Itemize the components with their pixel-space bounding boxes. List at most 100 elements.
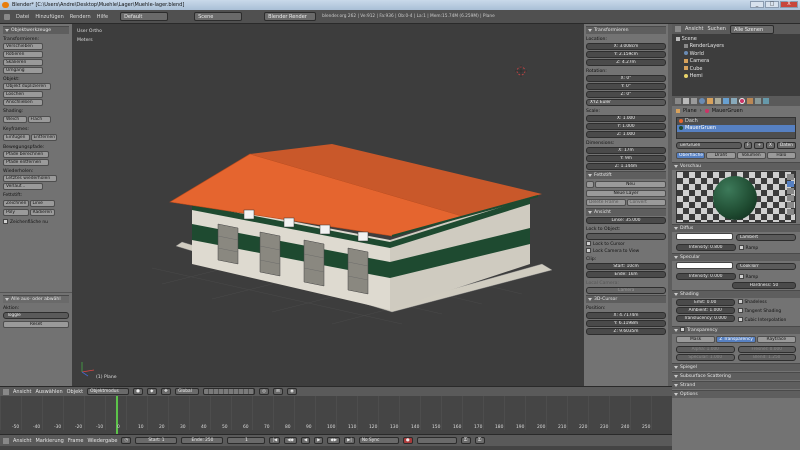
shadeless-checkbox[interactable]: Shadeless xyxy=(737,298,797,307)
particles-tab-icon[interactable] xyxy=(755,98,761,104)
render-preview-icon[interactable]: ◉ xyxy=(287,388,298,395)
menu-help[interactable]: Hilfe xyxy=(97,14,108,20)
shading-panel-header[interactable]: Shading xyxy=(672,290,800,298)
tab-surface[interactable]: Oberfläche xyxy=(676,152,706,159)
blend-field[interactable]: Blend: 1.250 xyxy=(737,354,796,361)
lock-cursor-checkbox[interactable]: Lock to Cursor xyxy=(586,241,666,247)
toolshelf-title[interactable]: Objektwerkzeuge xyxy=(3,26,69,34)
rotation-y-field[interactable]: Y: 0° xyxy=(586,83,666,90)
repeat-last-button[interactable]: Letztes wiederholen xyxy=(3,175,57,182)
cursor-z-field[interactable]: Z: 9.6035m xyxy=(586,328,666,335)
diffuse-panel-header[interactable]: Diffus xyxy=(672,224,800,232)
preview-monkey-icon[interactable] xyxy=(787,195,794,201)
proportional-edit-icon[interactable]: ◎ xyxy=(259,388,270,395)
timeline-playback-menu[interactable]: Wiedergabe xyxy=(87,438,117,444)
timeline-editor[interactable]: -50 -40 -30 -20 -10 0 10 20 30 40 50 60 70 80 90 100 110… xyxy=(0,396,672,450)
object-tab-icon[interactable] xyxy=(707,98,713,104)
transparency-panel-header[interactable]: Transparency xyxy=(672,326,800,334)
breadcrumb-material[interactable]: MauerGruen xyxy=(712,108,743,114)
history-button[interactable]: Verlauf... xyxy=(3,183,43,190)
play-reverse-icon[interactable]: ◀ xyxy=(300,437,311,444)
start-frame-field[interactable]: Start: 1 xyxy=(135,437,178,444)
clip-end-field[interactable]: Ende: 1km xyxy=(586,271,666,278)
specular-panel-header[interactable]: Specular xyxy=(672,253,800,261)
transform-panel-header[interactable]: Transformieren xyxy=(586,26,666,34)
menu-file[interactable]: Datei xyxy=(16,14,29,20)
menu-add[interactable]: Hinzufügen xyxy=(35,14,63,20)
3d-viewport[interactable]: User Ortho Meters (1) Plane xyxy=(72,24,584,386)
record-icon[interactable]: ● xyxy=(402,437,413,444)
material-fake-user-button[interactable]: F xyxy=(743,142,753,149)
jump-end-icon[interactable]: ▶| xyxy=(344,437,355,444)
layout-selector[interactable]: Default xyxy=(120,12,169,21)
transp-z-tab[interactable]: Z Transparency xyxy=(716,336,756,343)
current-frame-field[interactable]: 1 xyxy=(227,437,266,444)
translucency-field[interactable]: Translucency: 0.000 xyxy=(676,315,735,322)
lens-field[interactable]: Linse: 35.000 xyxy=(586,217,666,224)
preview-panel-header[interactable]: Vorschau xyxy=(672,162,800,170)
lock-object-field[interactable] xyxy=(586,233,666,240)
transform-orientation-selector[interactable]: Global xyxy=(175,388,200,395)
calculate-paths-button[interactable]: Pfade berechnen xyxy=(3,151,49,158)
preview-sky-icon[interactable] xyxy=(787,209,794,215)
scale-x-field[interactable]: X: 1.000 xyxy=(586,115,666,122)
dimension-z-field[interactable]: Z: 1.144m xyxy=(586,163,666,170)
reset-button[interactable]: Reset xyxy=(3,321,69,328)
material-slot-selected[interactable]: MauerGruen xyxy=(677,125,795,132)
shading-mode-icon[interactable]: ● xyxy=(133,388,144,395)
constraints-tab-icon[interactable] xyxy=(715,98,721,104)
menu-render[interactable]: Rendern xyxy=(70,14,91,20)
editor-type-icon[interactable] xyxy=(4,13,10,20)
diffuse-intensity-field[interactable]: Intensity: 0.800 xyxy=(676,244,736,251)
dimension-x-field[interactable]: X: 17m xyxy=(586,147,666,154)
gp-poly-button[interactable]: Poly xyxy=(3,209,29,216)
editor-type-icon[interactable] xyxy=(3,388,9,395)
mirror-button[interactable]: Umgang xyxy=(3,67,43,74)
delete-button[interactable]: Löschen xyxy=(3,91,43,98)
pivot-point-icon[interactable]: ◆ xyxy=(147,388,158,395)
remove-keyframe-button[interactable]: Entfernen xyxy=(30,134,57,141)
editor-type-icon[interactable] xyxy=(675,98,681,104)
preview-flat-icon[interactable] xyxy=(787,174,794,180)
timeline-view-menu[interactable]: Ansicht xyxy=(13,438,31,444)
ambient-field[interactable]: Ambient: 1.000 xyxy=(676,307,735,314)
prev-keyframe-icon[interactable]: ◀◆ xyxy=(284,437,297,444)
sync-mode-dropdown[interactable]: No Sync xyxy=(358,437,399,444)
location-z-field[interactable]: Z: 4.27m xyxy=(586,59,666,66)
convert-button[interactable]: Convert xyxy=(626,199,666,206)
outliner-item-cube[interactable]: Cube xyxy=(676,66,796,73)
maximize-button[interactable]: □ xyxy=(765,1,779,8)
options-panel-header[interactable]: Options xyxy=(672,390,800,398)
outliner-item-camera[interactable]: Camera xyxy=(676,58,796,65)
editor-type-icon[interactable] xyxy=(675,26,681,32)
specular-ramp-checkbox[interactable]: Ramp xyxy=(738,273,797,280)
insert-key-icon[interactable]: ⚿ xyxy=(460,437,471,444)
hardness-field[interactable]: Hardness: 50 xyxy=(732,282,796,289)
transp-raytrace-tab[interactable]: Raytrace xyxy=(756,336,796,343)
operator-panel-title[interactable]: Alle aus- oder abwähl xyxy=(3,295,69,303)
3d-cursor-panel-header[interactable]: 3D-Cursor xyxy=(586,295,666,303)
material-link-dropdown[interactable]: Daten xyxy=(777,142,796,149)
outliner-view-menu[interactable]: Ansicht xyxy=(685,26,703,32)
outliner-item-world[interactable]: World xyxy=(676,51,796,58)
cubic-interpolation-checkbox[interactable]: Cubic Interpolation xyxy=(737,316,797,325)
diffuse-color-swatch[interactable] xyxy=(676,233,733,240)
rotation-mode-dropdown[interactable]: XYZ Euler xyxy=(586,99,666,106)
3d-cursor-icon[interactable] xyxy=(515,65,527,77)
view-panel-header[interactable]: Ansicht xyxy=(586,208,666,216)
grease-pencil-panel-header[interactable]: Fettstift xyxy=(586,171,666,179)
minimize-button[interactable]: _ xyxy=(750,1,764,8)
sss-panel-header[interactable]: Subsurface Scattering xyxy=(672,372,800,380)
editor-type-icon[interactable] xyxy=(3,437,9,444)
mirror-panel-header[interactable]: Spiegel xyxy=(672,363,800,371)
manipulator-icon[interactable]: ✥ xyxy=(161,388,172,395)
mode-selector[interactable]: Objektmodus xyxy=(87,388,130,395)
outliner-item-hemi[interactable]: Hemi xyxy=(676,73,796,80)
outliner-item-renderlayers[interactable]: RenderLayers xyxy=(676,43,796,50)
tab-wire[interactable]: Draht xyxy=(706,152,736,159)
strand-panel-header[interactable]: Strand xyxy=(672,381,800,389)
specular-shader-dropdown[interactable]: CookTorr xyxy=(736,263,796,270)
preview-hair-icon[interactable] xyxy=(787,202,794,208)
select-menu[interactable]: Auswählen xyxy=(35,389,62,395)
material-name-field[interactable]: uerGruen xyxy=(676,142,742,149)
